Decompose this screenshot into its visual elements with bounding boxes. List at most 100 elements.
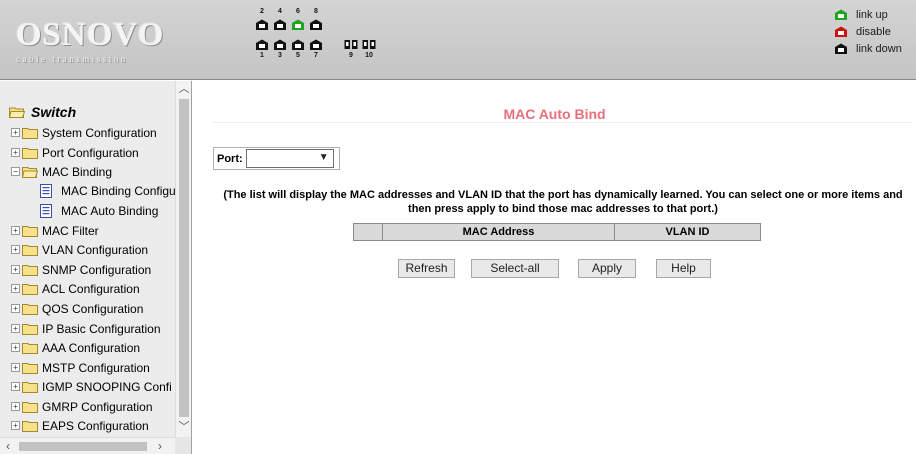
port-9-link-down-icon[interactable] — [344, 39, 358, 51]
port-1-link-down-icon[interactable] — [255, 39, 269, 51]
port-status-legend: link up disable link down — [834, 6, 914, 57]
tree-root-switch[interactable]: Switch — [9, 103, 76, 121]
folder-icon — [22, 225, 38, 237]
scroll-down-icon[interactable]: ﹀ — [176, 419, 191, 435]
sidebar-item-mac-auto-binding[interactable]: MAC Auto Binding — [40, 201, 158, 220]
port-8-link-down-icon[interactable] — [309, 19, 323, 31]
sidebar-item-eaps-configuration[interactable]: + EAPS Configuration — [11, 416, 149, 435]
sidebar-item-igmp-snooping-configuration[interactable]: + IGMP SNOOPING Confi — [11, 377, 172, 396]
port-number: 9 — [349, 52, 353, 59]
sidebar-item-qos-configuration[interactable]: + QOS Configuration — [11, 299, 143, 318]
expand-icon[interactable]: + — [11, 148, 20, 157]
folder-icon — [22, 342, 38, 354]
legend-item-link-up: link up — [834, 6, 914, 23]
port-select[interactable]: ▼ — [245, 149, 334, 168]
refresh-button[interactable]: Refresh — [398, 259, 455, 278]
sidebar-item-label: VLAN Configuration — [42, 242, 149, 257]
page-icon — [40, 203, 52, 218]
port-5-link-down-icon[interactable] — [291, 39, 305, 51]
sidebar-item-acl-configuration[interactable]: + ACL Configuration — [11, 279, 140, 298]
sidebar-item-aaa-configuration[interactable]: + AAA Configuration — [11, 338, 140, 357]
port-4-link-down-icon[interactable] — [273, 19, 287, 31]
sidebar-horizontal-scrollbar[interactable]: ‹ › — [0, 437, 175, 454]
sidebar-item-label: System Configuration — [42, 125, 157, 140]
column-header-vlan-id: VLAN ID — [614, 223, 761, 241]
expand-icon[interactable]: + — [11, 265, 20, 274]
port-number: 2 — [260, 8, 264, 15]
port-10-link-down-icon[interactable] — [362, 39, 376, 51]
sidebar-item-label: MAC Auto Binding — [61, 203, 159, 218]
expand-icon[interactable]: + — [11, 304, 20, 313]
apply-button[interactable]: Apply — [578, 259, 636, 278]
folder-icon — [22, 420, 38, 432]
sidebar-item-label: IP Basic Configuration — [42, 321, 161, 336]
sidebar-item-mac-binding[interactable]: − MAC Binding — [11, 162, 112, 181]
expand-icon[interactable]: + — [11, 128, 20, 137]
scrollbar-thumb[interactable] — [19, 442, 147, 451]
port-7-link-down-icon[interactable] — [309, 39, 323, 51]
scroll-left-icon[interactable]: ‹ — [0, 438, 16, 454]
port-number: 1 — [260, 52, 264, 59]
mac-address-table: MAC Address VLAN ID — [353, 223, 761, 241]
port-3-link-down-icon[interactable] — [273, 39, 287, 51]
scroll-up-icon[interactable]: ︿ — [176, 81, 191, 97]
expand-icon[interactable]: + — [11, 226, 20, 235]
sidebar: Switch + System Configuration + Port Con… — [0, 81, 192, 454]
instruction-text: (The list will display the MAC addresses… — [223, 189, 903, 215]
sidebar-item-gmrp-configuration[interactable]: + GMRP Configuration — [11, 397, 153, 416]
folder-icon — [22, 303, 38, 315]
link-up-icon — [834, 9, 848, 21]
sidebar-item-label: MSTP Configuration — [42, 360, 150, 375]
port-number: 4 — [278, 8, 282, 15]
expand-icon[interactable]: + — [11, 324, 20, 333]
port-number: 5 — [296, 52, 300, 59]
scroll-right-icon[interactable]: › — [152, 438, 168, 454]
sidebar-item-label: SNMP Configuration — [42, 262, 152, 277]
scrollbar-thumb[interactable] — [179, 99, 189, 417]
select-all-button[interactable]: Select-all — [471, 259, 559, 278]
sidebar-item-label: QOS Configuration — [42, 301, 144, 316]
expand-icon[interactable]: + — [11, 245, 20, 254]
sidebar-item-snmp-configuration[interactable]: + SNMP Configuration — [11, 260, 151, 279]
sidebar-item-label: IGMP SNOOPING Confi — [42, 379, 172, 394]
port-6-link-up-icon[interactable] — [291, 19, 305, 31]
sidebar-item-label: MAC Filter — [42, 223, 99, 238]
sidebar-item-mac-binding-configuration[interactable]: MAC Binding Configu — [40, 181, 176, 200]
sidebar-item-vlan-configuration[interactable]: + VLAN Configuration — [11, 240, 148, 259]
folder-icon — [22, 264, 38, 276]
main-content: MAC Auto Bind Port: ▼ (The list will dis… — [193, 81, 916, 454]
chevron-down-icon: ▼ — [318, 152, 329, 163]
sidebar-item-label: ACL Configuration — [42, 281, 140, 296]
expand-icon[interactable]: + — [11, 363, 20, 372]
port-number: 3 — [278, 52, 282, 59]
sidebar-vertical-scrollbar[interactable]: ︿ ﹀ — [175, 81, 191, 437]
sidebar-item-label: MAC Binding Configu — [61, 183, 176, 198]
folder-icon — [22, 362, 38, 374]
sidebar-item-system-configuration[interactable]: + System Configuration — [11, 123, 157, 142]
help-button[interactable]: Help — [656, 259, 711, 278]
sidebar-item-ip-basic-configuration[interactable]: + IP Basic Configuration — [11, 319, 161, 338]
port-selector-group: Port: ▼ — [213, 147, 340, 170]
expand-icon[interactable]: + — [11, 402, 20, 411]
port-number: 10 — [365, 52, 373, 59]
port-number: 6 — [296, 8, 300, 15]
folder-icon — [22, 244, 38, 256]
header-bar: OSNOVO cable transmission 2 4 6 8 1 3 5 … — [0, 0, 916, 80]
sidebar-item-port-configuration[interactable]: + Port Configuration — [11, 143, 139, 162]
sidebar-item-label: MAC Binding — [42, 164, 113, 179]
collapse-icon[interactable]: − — [11, 167, 20, 176]
legend-item-link-down: link down — [834, 40, 914, 57]
column-header-select — [353, 223, 383, 241]
expand-icon[interactable]: + — [11, 382, 20, 391]
expand-icon[interactable]: + — [11, 284, 20, 293]
sidebar-item-mac-filter[interactable]: + MAC Filter — [11, 221, 99, 240]
expand-icon[interactable]: + — [11, 343, 20, 352]
port-2-link-down-icon[interactable] — [255, 19, 269, 31]
sidebar-item-mstp-configuration[interactable]: + MSTP Configuration — [11, 358, 150, 377]
title-divider — [213, 122, 913, 123]
page-title: MAC Auto Bind — [503, 106, 606, 122]
expand-icon[interactable]: + — [11, 421, 20, 430]
legend-label: disable — [856, 25, 891, 38]
tree-root-label: Switch — [31, 104, 77, 120]
sidebar-item-label: GMRP Configuration — [42, 399, 153, 414]
